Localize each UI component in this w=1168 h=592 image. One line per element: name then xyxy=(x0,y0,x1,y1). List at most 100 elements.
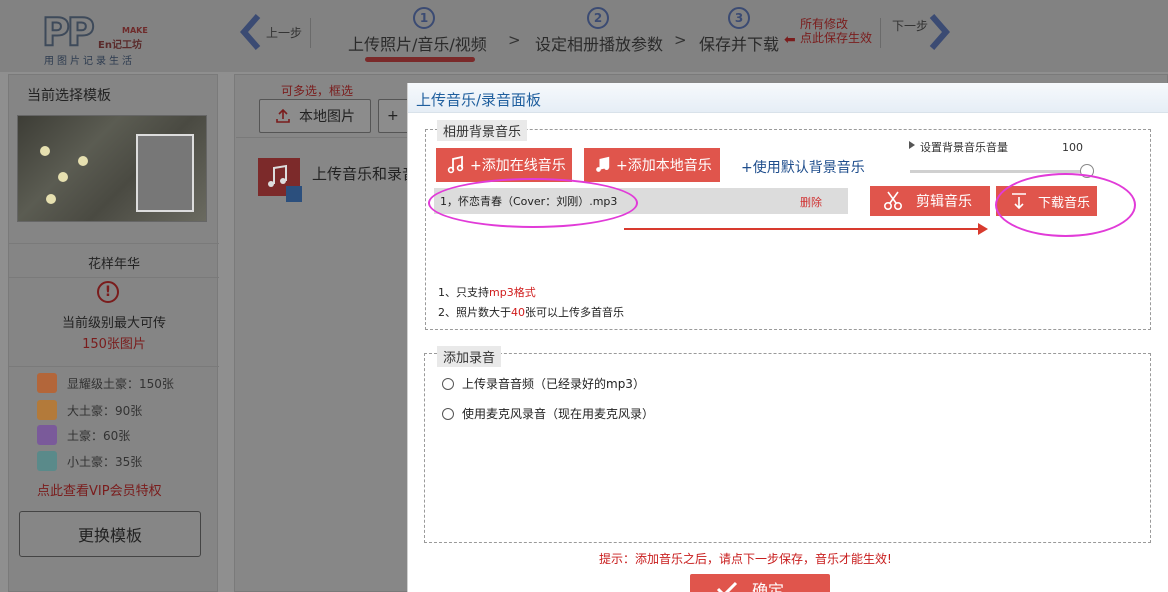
prev-step-arrow-icon[interactable] xyxy=(238,12,264,52)
logo-tagline: 用图片记录生活 xyxy=(44,56,135,67)
tier-label: 显耀级土豪：150张 xyxy=(67,376,174,391)
upload-arrow-icon xyxy=(286,186,302,202)
arrow-left-icon: ⬅ xyxy=(784,32,796,48)
modal-title: 上传音乐/录音面板 xyxy=(416,91,542,109)
use-default-music-link[interactable]: +使用默认背景音乐 xyxy=(741,157,865,177)
divider xyxy=(310,18,311,48)
delete-song-link[interactable]: 删除 xyxy=(800,194,822,210)
next-step-button[interactable]: 下一步 xyxy=(892,17,928,34)
upload-icon xyxy=(276,108,290,123)
format-note: 1、只支持mp3格式 xyxy=(438,284,536,300)
cut-music-button[interactable]: 剪辑音乐 xyxy=(870,186,990,216)
flower-decoration xyxy=(78,156,88,166)
step-1-number: 1 xyxy=(413,7,435,29)
footer-tip: 提示：添加音乐之后，请点下一步保存，音乐才能生效! xyxy=(599,552,892,566)
tier-label: 小土豪：35张 xyxy=(67,454,143,469)
note-highlight: 40 xyxy=(511,306,525,319)
save-note-line-2: 点此保存生效 xyxy=(800,31,873,45)
vip-link[interactable]: 点此查看VIP会员特权 xyxy=(37,480,162,499)
check-icon xyxy=(716,581,738,592)
change-template-button[interactable]: 更换模板 xyxy=(19,511,201,557)
song-list-item[interactable]: 1，怀恋青春（Cover：刘刚）.mp3 删除 xyxy=(434,188,848,214)
tier-item: 显耀级土豪：150张 xyxy=(37,373,174,393)
music-note-icon xyxy=(447,155,464,174)
tier-badge-icon xyxy=(37,451,57,471)
volume-value: 100 xyxy=(1062,141,1083,154)
radio-button[interactable] xyxy=(442,377,454,390)
prev-step-button[interactable]: 上一步 xyxy=(266,24,302,41)
multi-select-hint: 可多选，框选 xyxy=(281,84,354,98)
add-online-music-label: +添加在线音乐 xyxy=(470,158,566,174)
mic-recording-option[interactable]: 使用麦克风录音（现在用麦克风录） xyxy=(442,405,654,422)
flower-decoration xyxy=(40,146,50,156)
local-image-button[interactable]: 本地图片 xyxy=(259,99,371,133)
step-separator: > xyxy=(674,31,687,49)
tier-item: 大土豪：90张 xyxy=(37,400,142,420)
tier-item: 小土豪：35张 xyxy=(37,451,142,471)
upload-recording-label: 上传录音音频（已经录好的mp3） xyxy=(462,377,645,391)
tier-item: 土豪：60张 xyxy=(37,425,130,445)
confirm-label: 确定 xyxy=(752,581,785,592)
step-3-label[interactable]: 保存并下载 xyxy=(699,31,779,55)
add-local-music-label: +添加本地音乐 xyxy=(616,158,712,174)
tier-label: 大土豪：90张 xyxy=(67,403,143,418)
annotation-arrow-head xyxy=(978,223,988,235)
music-upload-modal: 上传音乐/录音面板 相册背景音乐 +添加在线音乐 +添加本地音乐 +使用默认背景… xyxy=(407,83,1168,592)
step-1-label[interactable]: 上传照片/音乐/视频 xyxy=(348,31,487,55)
divider xyxy=(9,243,219,244)
multi-music-note: 2、照片数大于40张可以上传多首音乐 xyxy=(438,304,624,320)
music-file-icon[interactable] xyxy=(258,158,302,202)
upload-recording-option[interactable]: 上传录音音频（已经录好的mp3） xyxy=(442,375,645,392)
save-note-line-1: 所有修改 xyxy=(800,17,849,31)
template-name: 花样年华 xyxy=(87,257,140,272)
bg-music-legend: 相册背景音乐 xyxy=(437,120,528,141)
note-text: 张可以上传多首音乐 xyxy=(525,306,624,319)
thumbnail-photo xyxy=(136,134,194,212)
mic-recording-label: 使用麦克风录音（现在用麦克风录） xyxy=(462,407,655,421)
step-separator: > xyxy=(508,31,521,49)
add-online-music-button[interactable]: +添加在线音乐 xyxy=(436,148,572,182)
volume-label: 设置背景音乐音量 xyxy=(920,141,1008,153)
warning-icon: ! xyxy=(97,281,119,303)
step-2-number: 2 xyxy=(587,7,609,29)
template-sidebar: 当前选择模板 花样年华 ! 当前级别最大可传 150张图片 显耀级土豪：150张… xyxy=(8,74,219,592)
logo-mark: PP xyxy=(41,10,96,54)
flower-decoration xyxy=(58,172,68,182)
download-icon xyxy=(1012,193,1026,210)
step-2-label[interactable]: 设定相册播放参数 xyxy=(535,31,663,55)
logo-maker: En记工坊 xyxy=(98,40,142,51)
template-thumbnail[interactable] xyxy=(17,115,207,222)
add-local-music-button[interactable]: +添加本地音乐 xyxy=(584,148,720,182)
radio-button[interactable] xyxy=(442,407,454,420)
note-text: 2、照片数大于 xyxy=(438,306,511,319)
modal-header[interactable]: 上传音乐/录音面板 xyxy=(408,83,1168,113)
scissors-icon xyxy=(883,191,903,211)
download-music-button[interactable]: 下载音乐 xyxy=(996,186,1097,216)
music-tile-label: 上传音乐和录音 xyxy=(312,165,418,183)
download-music-label: 下载音乐 xyxy=(1038,195,1091,211)
recording-legend: 添加录音 xyxy=(437,346,502,367)
note-highlight: mp3格式 xyxy=(489,286,536,299)
volume-slider[interactable] xyxy=(910,170,1090,173)
next-step-arrow-icon[interactable] xyxy=(926,12,952,52)
volume-slider-handle[interactable] xyxy=(1080,164,1094,178)
logo-make: MAKE xyxy=(122,26,148,35)
max-upload-text: 当前级别最大可传 xyxy=(61,316,166,331)
divider xyxy=(9,277,219,278)
tier-label: 土豪：60张 xyxy=(67,428,131,443)
divider xyxy=(236,137,416,138)
max-upload-value: 150张图片 xyxy=(82,337,146,352)
step-3-number: 3 xyxy=(728,7,750,29)
tier-badge-icon xyxy=(37,425,57,445)
song-name: 1，怀恋青春（Cover：刘刚）.mp3 xyxy=(440,195,618,208)
save-note[interactable]: 所有修改 点此保存生效 xyxy=(800,17,872,45)
music-note-icon xyxy=(596,156,610,172)
note-text: 1、只支持 xyxy=(438,286,489,299)
volume-expand-icon[interactable] xyxy=(909,141,915,149)
confirm-button[interactable]: 确定 xyxy=(690,574,830,592)
tier-badge-icon xyxy=(37,400,57,420)
logo[interactable]: PP MAKE En记工坊 用图片记录生活 xyxy=(41,10,152,67)
divider xyxy=(880,18,881,48)
local-image-label: 本地图片 xyxy=(299,109,355,125)
sidebar-title: 当前选择模板 xyxy=(27,88,111,104)
